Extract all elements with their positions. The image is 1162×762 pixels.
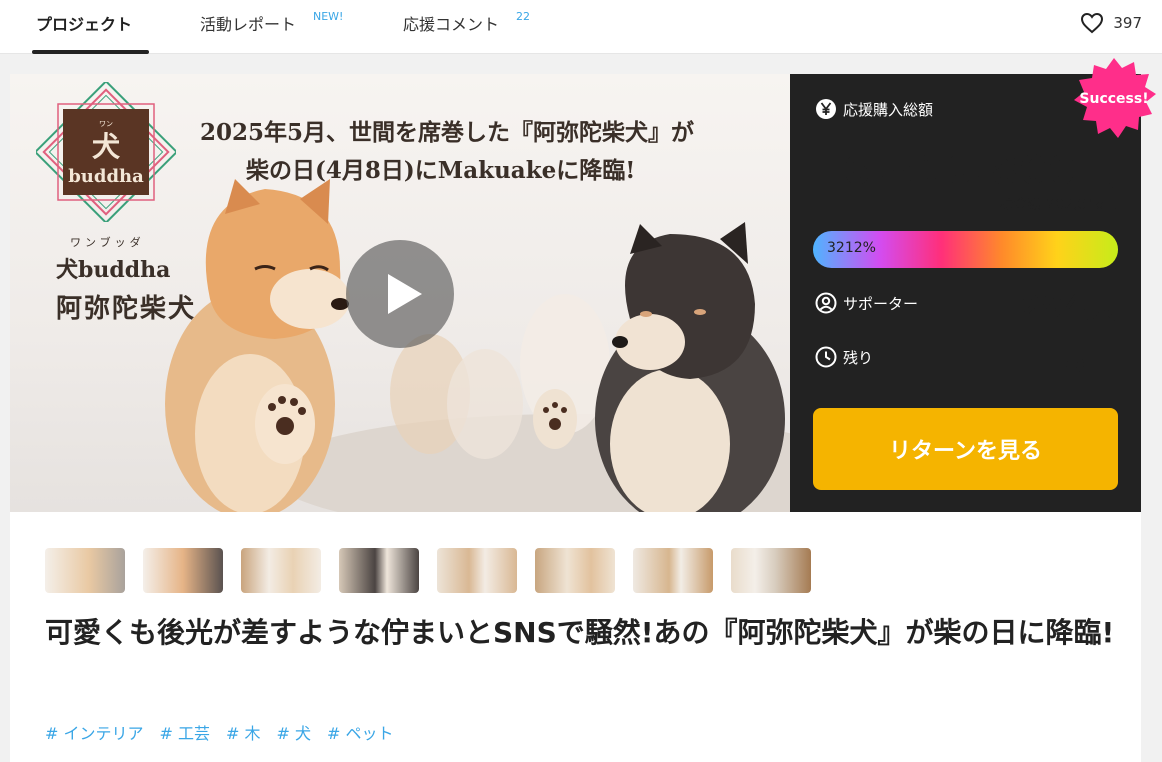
supporters-label-row: サポーター [815, 292, 918, 314]
thumbnail-7[interactable] [633, 548, 713, 593]
project-hero-image[interactable]: ワン 犬 buddha 2025年5月、世間を席巻した『阿弥陀柴犬』が 柴の日(… [10, 74, 790, 512]
thumbnail-6[interactable] [535, 548, 615, 593]
tab-project-label: プロジェクト [36, 15, 133, 34]
tag-dog[interactable]: # 犬 [277, 720, 312, 744]
brand-logo: ワン 犬 buddha [36, 82, 176, 222]
view-returns-button[interactable]: リターンを見る [813, 408, 1118, 490]
tab-project[interactable]: プロジェクト [36, 0, 152, 54]
tag-list: # インテリア # 工芸 # 木 # 犬 # ペット [45, 720, 394, 744]
thumbnail-strip [45, 548, 811, 593]
thumbnail-5[interactable] [437, 548, 517, 593]
total-label: 応援購入総額 [843, 100, 934, 119]
thumbnail-1[interactable] [45, 548, 125, 593]
new-badge: NEW! [313, 10, 344, 23]
clock-icon [815, 346, 837, 368]
active-tab-underline [32, 50, 149, 54]
brand-name: 犬buddha [56, 257, 171, 283]
goal-amount: 目標金額 202,648円 [985, 197, 1118, 213]
brand-ruby: ワンブッダ [70, 236, 145, 249]
hero-headline-line2: 柴の日(4月8日)にMakuakeに降臨! [246, 157, 636, 184]
thumbnail-3[interactable] [241, 548, 321, 593]
tag-craft[interactable]: # 工芸 [160, 720, 211, 744]
tab-comments-label: 応援コメント [403, 15, 500, 34]
person-icon [815, 292, 837, 314]
like-count: 397 [1113, 14, 1142, 32]
brand-name-block: ワンブッダ 犬buddha 阿弥陀柴犬 [56, 234, 196, 325]
brand-product: 阿弥陀柴犬 [56, 294, 197, 324]
logo-word: buddha [68, 166, 144, 187]
like-button[interactable]: 397 [1080, 10, 1142, 36]
total-label-row: 応援購入総額 [815, 98, 933, 120]
play-icon [388, 274, 422, 314]
hero-headline-line1: 2025年5月、世間を席巻した『阿弥陀柴犬』が [200, 119, 695, 146]
total-amount: 6,510,800円 [842, 148, 1118, 194]
tag-wood[interactable]: # 木 [226, 720, 261, 744]
logo-kanji: 犬 [92, 130, 120, 163]
success-badge-text: Success! [1079, 91, 1148, 107]
success-badge: Success! [1074, 58, 1156, 138]
video-play-button[interactable] [346, 240, 454, 348]
tab-activity-report-label: 活動レポート [200, 15, 297, 34]
tab-activity-report[interactable]: 活動レポート NEW! [200, 0, 360, 54]
yen-icon [816, 99, 836, 119]
logo-top-text: ワン [99, 120, 113, 128]
thumbnail-2[interactable] [143, 548, 223, 593]
project-title: 可愛くも後光が差すような佇まいとSNSで騒然!あの『阿弥陀柴犬』が柴の日に降臨! [45, 616, 1115, 649]
progress-bar: 3212% [813, 231, 1118, 268]
thumbnail-8[interactable] [731, 548, 811, 593]
remaining-label-row: 残り [815, 346, 873, 368]
thumbnail-4[interactable] [339, 548, 419, 593]
supporters-value: 294人 [1019, 288, 1118, 326]
heart-icon [1081, 12, 1104, 34]
top-nav: プロジェクト 活動レポート NEW! 応援コメント 22 397 [0, 0, 1162, 54]
remaining-label: 残り [843, 348, 874, 367]
tab-comments[interactable]: 応援コメント 22 [403, 0, 543, 54]
tag-pet[interactable]: # ペット [327, 720, 394, 744]
comment-count: 22 [516, 10, 530, 23]
remaining-value: 5日 [1063, 342, 1118, 380]
supporters-label: サポーター [843, 294, 919, 313]
progress-percent: 3212% [827, 240, 876, 256]
tag-interior[interactable]: # インテリア [45, 720, 144, 744]
hero-headline: 2025年5月、世間を席巻した『阿弥陀柴犬』が 柴の日(4月8日)にMakuak… [200, 114, 694, 190]
